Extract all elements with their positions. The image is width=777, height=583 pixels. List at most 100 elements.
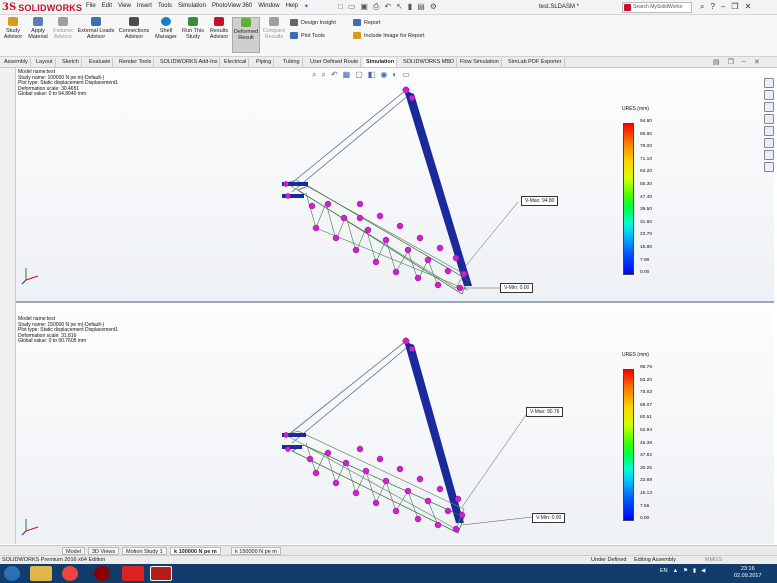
search-options-icon[interactable]: ⌕ [700, 2, 704, 12]
undo-icon[interactable]: ↶ [384, 2, 391, 12]
scene-icon[interactable]: ◐ [392, 70, 397, 80]
minimize-doc-icon[interactable]: – [742, 58, 746, 66]
results-advisor-button[interactable]: Results Advisor [207, 17, 231, 40]
rebuild-icon[interactable]: ▮ [408, 2, 412, 12]
tab-sketch[interactable]: Sketch [60, 58, 82, 67]
graphics-viewport-bottom[interactable]: Model name:test Study name: 150000 N pe … [16, 303, 774, 544]
tab-study-150000[interactable]: k 150000 N pe m [231, 547, 281, 555]
tab-tubing[interactable]: Tubing [281, 58, 303, 67]
shell-manager-button[interactable]: Shell Manager [153, 17, 179, 40]
menu-help[interactable]: Help [286, 3, 298, 10]
help-icon[interactable]: ? [710, 2, 714, 12]
media-taskbar-icon[interactable] [94, 566, 110, 581]
network-icon[interactable]: ▮ [693, 568, 696, 574]
menu-tools[interactable]: Tools [158, 3, 172, 10]
view-palette-icon[interactable] [764, 114, 774, 124]
run-study-button[interactable]: Run This Study [181, 17, 205, 40]
study-advisor-button[interactable]: Study Advisor [2, 17, 24, 40]
save-icon[interactable]: ▣ [360, 2, 368, 12]
report-button[interactable]: Report [353, 19, 381, 26]
units-status[interactable]: MMGS [705, 556, 722, 564]
previous-view-icon[interactable]: ↶ [331, 70, 338, 80]
chrome-taskbar-icon[interactable] [62, 566, 78, 581]
options-icon[interactable]: ⚙ [430, 2, 437, 12]
open-icon[interactable]: ▭ [348, 2, 356, 12]
tile-icon[interactable]: ▤ [713, 58, 720, 66]
select-icon[interactable]: ↖ [396, 2, 403, 12]
tab-render-tools[interactable]: Render Tools [117, 58, 155, 67]
forum-icon[interactable] [764, 150, 774, 160]
pdf-taskbar-icon[interactable] [122, 566, 144, 581]
color-legend-bottom[interactable] [623, 369, 634, 521]
file-explorer-icon[interactable] [764, 102, 774, 112]
menu-insert[interactable]: Insert [137, 3, 152, 10]
start-button[interactable] [4, 566, 20, 581]
tab-motion-study[interactable]: Motion Study 1 [122, 547, 167, 555]
tab-simulation[interactable]: Simulation [364, 58, 398, 67]
close-doc-icon[interactable]: ✕ [754, 58, 760, 66]
search-input[interactable]: Search MySolidWorks [622, 2, 692, 13]
tab-addins[interactable]: SOLIDWORKS Add-Ins [158, 58, 221, 67]
tab-user-defined-route[interactable]: User Defined Route [308, 58, 362, 67]
menu-photoview[interactable]: PhotoView 360 [212, 3, 252, 10]
plot-tools-button[interactable]: Plot Tools [290, 32, 325, 39]
notes-icon[interactable] [764, 162, 774, 172]
truss-model-bottom[interactable] [16, 303, 774, 544]
view-orientation-icon[interactable]: ▢ [355, 70, 363, 80]
probe-max-bottom[interactable]: V-Max: 90.76 [526, 407, 564, 417]
solidworks-taskbar-icon[interactable] [150, 566, 172, 581]
design-insight-button[interactable]: Design Insight [290, 19, 336, 26]
probe-min-bottom[interactable]: V-Min: 0.00 [532, 513, 566, 523]
flag-icon[interactable]: ⚑ [683, 568, 688, 574]
restore-icon[interactable]: ❐ [731, 2, 738, 12]
menu-simulation[interactable]: Simulation [178, 3, 206, 10]
deformed-result-button[interactable]: Deformed Result [232, 17, 260, 53]
pin-icon[interactable]: ✦ [304, 3, 309, 10]
truss-model-top[interactable] [16, 68, 774, 301]
menu-file[interactable]: File [86, 3, 96, 10]
compare-results-button[interactable]: Compare Results [262, 17, 286, 40]
section-view-icon[interactable]: ▦ [343, 70, 351, 80]
tab-mbd[interactable]: SOLIDWORKS MBD [401, 58, 458, 67]
close-icon[interactable]: ✕ [745, 2, 752, 12]
appearances-icon[interactable] [764, 126, 774, 136]
tab-model[interactable]: Model [62, 547, 85, 555]
tab-layout[interactable]: Layout [34, 58, 56, 67]
tab-3d-views[interactable]: 3D Views [88, 547, 120, 555]
hide-show-icon[interactable]: ◉ [380, 70, 387, 80]
tab-simlab-pdf[interactable]: SimLab PDF Exporter [506, 58, 565, 67]
external-loads-button[interactable]: External Loads Advisor [77, 17, 115, 40]
file-properties-icon[interactable]: ▤ [417, 2, 425, 12]
new-document-icon[interactable]: □ [338, 2, 343, 12]
include-image-button[interactable]: Include Image for Report [353, 32, 425, 39]
fixtures-advisor-button[interactable]: Fixtures Advisor [51, 17, 75, 40]
tab-evaluate[interactable]: Evaluate [87, 58, 114, 67]
tab-electrical[interactable]: Electrical [222, 58, 250, 67]
display-style-icon[interactable]: ◧ [368, 70, 376, 80]
tab-study-100000[interactable]: k 100000 N pe m [170, 547, 221, 555]
connections-advisor-button[interactable]: Connections Advisor [117, 17, 151, 40]
solidworks-logo[interactable]: 3S SOLIDWORKS [2, 1, 82, 14]
menu-view[interactable]: View [118, 3, 131, 10]
print-icon[interactable]: ⎙ [373, 2, 379, 12]
tray-expand-icon[interactable]: ▲ [673, 568, 678, 574]
volume-icon[interactable]: ◀ [701, 568, 705, 574]
language-indicator[interactable]: EN [660, 568, 668, 574]
tab-flow-simulation[interactable]: Flow Simulation [458, 58, 502, 67]
probe-min-top[interactable]: V-Min: 0.00 [500, 283, 534, 293]
monitor-icon[interactable]: ▭ [402, 70, 410, 80]
custom-properties-icon[interactable] [764, 138, 774, 148]
design-library-icon[interactable] [764, 90, 774, 100]
graphics-viewport-top[interactable]: Model name:test Study name: 100000 N pe … [16, 68, 774, 301]
restore-doc-icon[interactable]: ❐ [728, 58, 734, 66]
probe-max-top[interactable]: V-Max: 94.80 [521, 196, 559, 206]
menu-edit[interactable]: Edit [102, 3, 112, 10]
color-legend-top[interactable] [623, 123, 634, 275]
solidworks-resources-icon[interactable] [764, 78, 774, 88]
zoom-area-icon[interactable]: ⌕ [321, 70, 325, 80]
clock[interactable]: 23:16 02.09.2017 [734, 566, 762, 580]
feature-manager-collapsed[interactable] [0, 68, 16, 544]
apply-material-button[interactable]: Apply Material [26, 17, 50, 40]
menu-window[interactable]: Window [258, 3, 279, 10]
tab-piping[interactable]: Piping [254, 58, 275, 67]
